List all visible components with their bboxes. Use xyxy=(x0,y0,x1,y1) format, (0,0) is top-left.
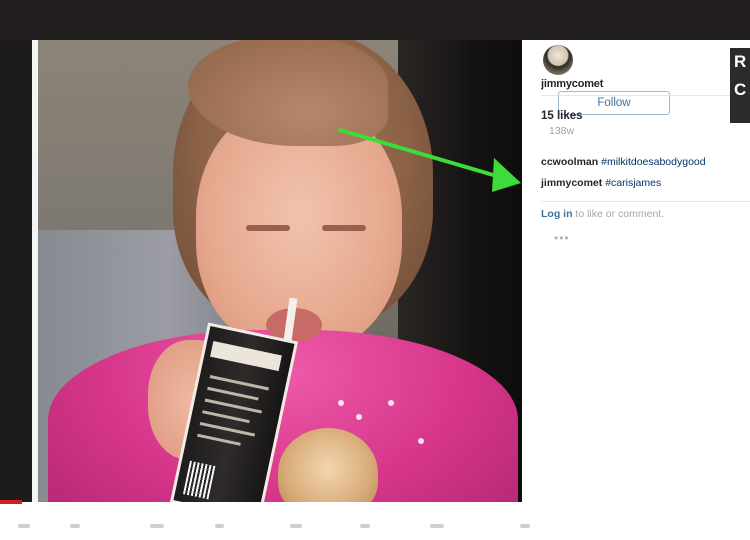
post-username[interactable]: jimmycomet xyxy=(541,78,603,90)
login-link[interactable]: Log in xyxy=(541,208,573,220)
comment-username[interactable]: ccwoolman xyxy=(541,156,598,168)
header-divider xyxy=(541,95,750,96)
channel-logo: R C xyxy=(730,48,750,123)
video-top-bar xyxy=(0,0,750,40)
login-text: to like or comment. xyxy=(572,208,665,220)
comment-item: jimmycomet #carisjames xyxy=(541,177,661,189)
likes-count[interactable]: 15 likes xyxy=(541,110,583,122)
comment-hashtag[interactable]: #milkitdoesabodygood xyxy=(601,156,706,168)
barcode xyxy=(182,460,216,500)
comment-username[interactable]: jimmycomet xyxy=(541,177,602,189)
comments-divider xyxy=(541,201,750,202)
login-prompt: Log in to like or comment. xyxy=(541,208,664,220)
more-options-icon[interactable]: ••• xyxy=(554,231,570,245)
comment-hashtag[interactable]: #carisjames xyxy=(605,177,661,189)
post-side-panel: jimmycomet Follow 15 likes 138w ccwoolma… xyxy=(522,40,750,504)
post-age[interactable]: 138w xyxy=(549,125,574,137)
comment-item: ccwoolman #milkitdoesabodygood xyxy=(541,156,706,168)
post-photo[interactable] xyxy=(38,40,522,502)
avatar[interactable] xyxy=(543,45,573,75)
bottom-band xyxy=(0,504,750,540)
left-video-strip xyxy=(0,40,32,502)
